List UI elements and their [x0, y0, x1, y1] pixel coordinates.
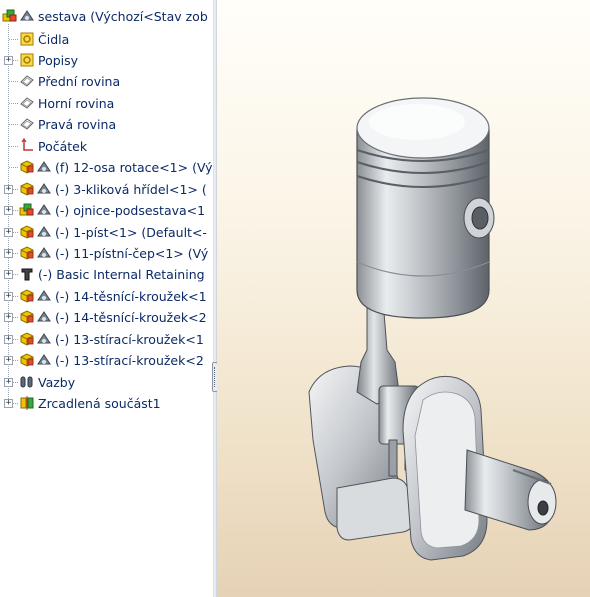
tree-item-label: Popisy — [38, 52, 79, 68]
part-icon — [19, 245, 35, 261]
piston-top-highlight — [369, 104, 465, 140]
mirror-component-icon — [19, 395, 35, 411]
tree-branch-line — [9, 167, 18, 169]
display-state-icon — [36, 181, 52, 197]
feature-manager-tree[interactable]: sestava (Výchozí<Stav zob Čidla + Popisy Př… — [0, 0, 214, 597]
display-state-icon — [36, 288, 52, 304]
part-icon — [19, 181, 35, 197]
tree-item-label: Pravá rovina — [38, 117, 117, 133]
tree-item-label: (-) 13-stírací-kroužek<2 — [55, 353, 204, 369]
tree-item-label: (-) 13-stírací-kroužek<1 — [55, 331, 204, 347]
tree-item-label: (-) 14-těsnící-kroužek<1 — [55, 288, 207, 304]
expand-toggle[interactable]: + — [4, 227, 13, 237]
root-label: sestava (Výchozí<Stav zob — [38, 9, 208, 24]
expand-toggle[interactable]: + — [4, 206, 13, 216]
tree-item-label: (-) 14-těsnící-kroužek<2 — [55, 310, 207, 326]
origin-icon — [19, 137, 35, 154]
tree-item-label: (-) 3-kliková hřídel<1> ( — [55, 181, 207, 197]
expand-toggle[interactable]: + — [4, 399, 13, 409]
expand-toggle[interactable]: + — [4, 334, 13, 344]
tree-branch-line — [9, 102, 18, 104]
expand-toggle[interactable]: + — [4, 313, 13, 323]
annotations-icon — [19, 52, 35, 68]
display-state-icon — [36, 202, 52, 218]
assembly-model[interactable] — [217, 0, 590, 597]
expand-toggle[interactable]: + — [4, 270, 13, 280]
mates-icon — [19, 374, 35, 390]
subassembly-icon — [19, 202, 35, 218]
part-icon — [19, 309, 35, 325]
rod-bolt — [388, 439, 398, 477]
display-state-icon — [36, 309, 52, 325]
expand-toggle[interactable]: + — [4, 291, 13, 301]
tree-branch-line — [9, 145, 18, 147]
tree-branch-line — [9, 81, 18, 83]
crank-counterweight-left — [336, 477, 414, 541]
expand-toggle[interactable]: + — [4, 55, 13, 65]
tree-item-label: Vazby — [38, 374, 76, 390]
tree-item-label: Čidla — [38, 31, 70, 47]
display-state-icon — [36, 159, 52, 175]
assembly-icon — [2, 8, 18, 24]
tree-item-label: Horní rovina — [38, 95, 115, 111]
expand-toggle[interactable]: + — [4, 184, 13, 194]
part-icon — [19, 288, 35, 304]
tree-item-label: (-) 1-píst<1> (Default<- — [55, 224, 207, 240]
tree-branch-line — [9, 124, 18, 126]
part-icon — [19, 159, 35, 175]
display-state-icon — [36, 224, 52, 240]
plane-icon — [19, 116, 35, 132]
tree-item-label: (-) ojnice-podsestava<1 — [55, 203, 206, 219]
crank-shaft-hole — [537, 500, 549, 516]
tree-item-label: (f) 12-osa rotace<1> (Vý — [55, 160, 213, 176]
piston-pin-hole — [471, 206, 489, 230]
display-state-icon — [36, 245, 52, 261]
display-state-icon — [36, 331, 52, 347]
display-state-icon — [19, 8, 35, 24]
expand-toggle[interactable]: + — [4, 249, 13, 258]
expand-toggle[interactable]: + — [4, 377, 13, 387]
part-icon — [19, 224, 35, 240]
tree-item-label: (-) 11-pístní-čep<1> (Vý — [55, 246, 209, 261]
expand-toggle[interactable]: + — [4, 356, 13, 366]
toolbox-part-icon — [19, 266, 35, 282]
tree-item-label: Počátek — [38, 138, 88, 154]
graphics-area[interactable] — [217, 0, 590, 597]
tree-branch-line — [9, 38, 18, 40]
part-icon — [19, 352, 35, 368]
tree-item-label: Přední rovina — [38, 74, 121, 90]
tree-item-label: Zrcadlená součást1 — [38, 396, 161, 412]
part-icon — [19, 331, 35, 347]
tree-item-label: (-) Basic Internal Retaining — [38, 267, 205, 283]
plane-icon — [19, 73, 35, 89]
plane-icon — [19, 95, 35, 111]
sensors-icon — [19, 31, 35, 47]
display-state-icon — [36, 352, 52, 368]
